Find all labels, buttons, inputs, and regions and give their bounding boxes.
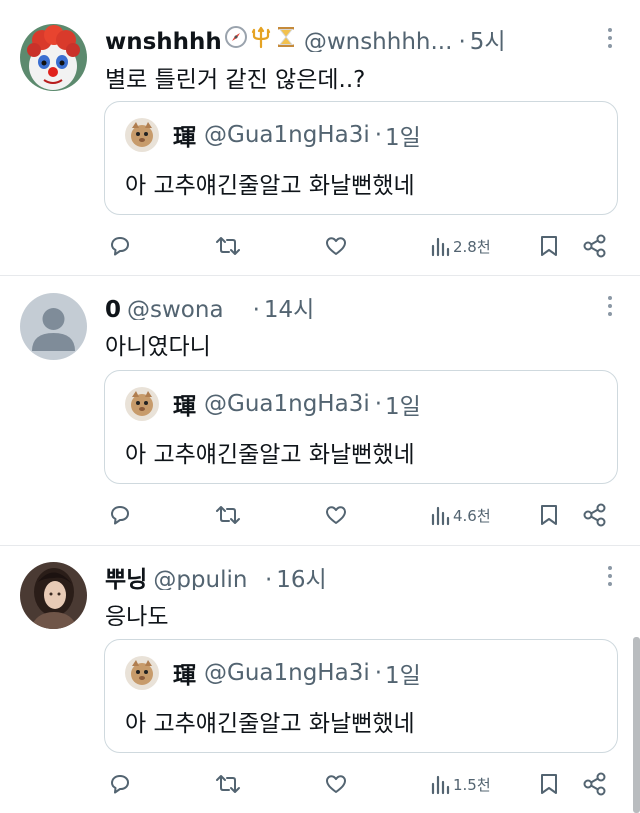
avatar-photo[interactable]: [20, 562, 87, 629]
trident-icon: [251, 26, 270, 49]
views-count: 4.6천: [453, 506, 491, 525]
action-bar: 1.5천: [104, 769, 618, 799]
user-handle[interactable]: @swona__: [127, 297, 247, 320]
bookmark-icon[interactable]: [538, 500, 560, 530]
quoted-tweet[interactable]: 琿 @Gua1ngHa3i · 1일 아 고추얘긴줄알고 화날뻔했네: [104, 101, 618, 215]
share-icon[interactable]: [582, 231, 608, 261]
like-icon[interactable]: [324, 231, 348, 261]
views-icon: [431, 775, 450, 795]
avatar-clown[interactable]: [20, 24, 87, 91]
views-button[interactable]: 4.6천: [430, 500, 491, 530]
hourglass-icon: [277, 27, 294, 47]
reply-icon[interactable]: [108, 769, 132, 799]
quoted-handle: @Gua1ngHa3i: [204, 391, 370, 417]
user-handle[interactable]: @ppulin_: [153, 567, 259, 590]
quoted-header: 琿 @Gua1ngHa3i · 1일: [125, 656, 421, 690]
views-button[interactable]: 2.8천: [430, 231, 491, 261]
quoted-tweet[interactable]: 琿 @Gua1ngHa3i · 1일 아 고추얘긴줄알고 화날뻔했네: [104, 370, 618, 484]
quoted-text: 아 고추얘긴줄알고 화날뻔했네: [125, 173, 415, 199]
views-button[interactable]: 1.5천: [430, 769, 491, 799]
more-icon[interactable]: [608, 296, 614, 316]
bookmark-icon[interactable]: [538, 769, 560, 799]
retweet-icon[interactable]: [215, 500, 241, 530]
separator-dot: ·: [458, 29, 466, 52]
bookmark-icon[interactable]: [538, 231, 560, 261]
quoted-text: 아 고추얘긴줄알고 화날뻔했네: [125, 711, 415, 737]
views-icon: [431, 506, 450, 526]
reply-icon[interactable]: [108, 500, 132, 530]
divider: [0, 545, 640, 546]
timestamp[interactable]: 5시: [470, 22, 506, 52]
reply-icon[interactable]: [108, 231, 132, 261]
quoted-name: 琿: [173, 663, 196, 689]
separator-dot: ·: [374, 122, 383, 148]
scrollbar[interactable]: [633, 637, 640, 813]
quoted-header: 琿 @Gua1ngHa3i · 1일: [125, 118, 421, 152]
display-name[interactable]: 뿌닝: [105, 560, 147, 590]
quoted-name: 琿: [173, 394, 196, 420]
more-icon[interactable]: [608, 28, 614, 48]
more-icon[interactable]: [608, 566, 614, 586]
name-emojis: [224, 25, 298, 49]
separator-dot: ·: [264, 567, 273, 590]
tweet-text: 별로 틀린거 같진 않은데..?: [105, 67, 366, 93]
like-icon[interactable]: [324, 769, 348, 799]
quoted-text: 아 고추얘긴줄알고 화날뻔했네: [125, 442, 415, 468]
tweet-header: 뿌닝 @ppulin_ · 16시: [105, 560, 612, 590]
quoted-handle: @Gua1ngHa3i: [204, 660, 370, 686]
quoted-name: 琿: [173, 125, 196, 151]
timestamp[interactable]: 14시: [264, 290, 314, 320]
tweet-header: 0 @swona__ · 14시: [105, 290, 612, 320]
quoted-handle: @Gua1ngHa3i: [204, 122, 370, 148]
quoted-avatar: [125, 118, 159, 152]
divider: [0, 275, 640, 276]
views-count: 2.8천: [453, 237, 491, 256]
display-name[interactable]: 0: [105, 297, 121, 320]
avatar-default[interactable]: [20, 293, 87, 360]
user-handle[interactable]: @wnshhhh...: [304, 29, 453, 52]
tweet-text: 아니였다니: [105, 334, 211, 360]
views-icon: [431, 237, 450, 257]
quoted-time: 1일: [385, 663, 421, 689]
tweet-text: 응나도: [105, 604, 169, 630]
quoted-time: 1일: [385, 125, 421, 151]
quoted-tweet[interactable]: 琿 @Gua1ngHa3i · 1일 아 고추얘긴줄알고 화날뻔했네: [104, 639, 618, 753]
quoted-header: 琿 @Gua1ngHa3i · 1일: [125, 387, 421, 421]
views-count: 1.5천: [453, 775, 491, 794]
separator-dot: ·: [374, 660, 383, 686]
separator-dot: ·: [252, 297, 260, 320]
like-icon[interactable]: [324, 500, 348, 530]
action-bar: 2.8천: [104, 231, 618, 261]
compass-icon: [224, 26, 247, 48]
timestamp[interactable]: 16시: [276, 560, 326, 590]
separator-dot: ·: [374, 391, 383, 417]
quoted-time: 1일: [385, 394, 421, 420]
share-icon[interactable]: [582, 769, 608, 799]
retweet-icon[interactable]: [215, 231, 241, 261]
retweet-icon[interactable]: [215, 769, 241, 799]
share-icon[interactable]: [582, 500, 608, 530]
action-bar: 4.6천: [104, 500, 618, 530]
display-name[interactable]: wnshhhh: [105, 29, 222, 52]
quoted-avatar: [125, 656, 159, 690]
tweet-header: wnshhhh @wnshhhh... · 5시: [105, 22, 612, 52]
quoted-avatar: [125, 387, 159, 421]
